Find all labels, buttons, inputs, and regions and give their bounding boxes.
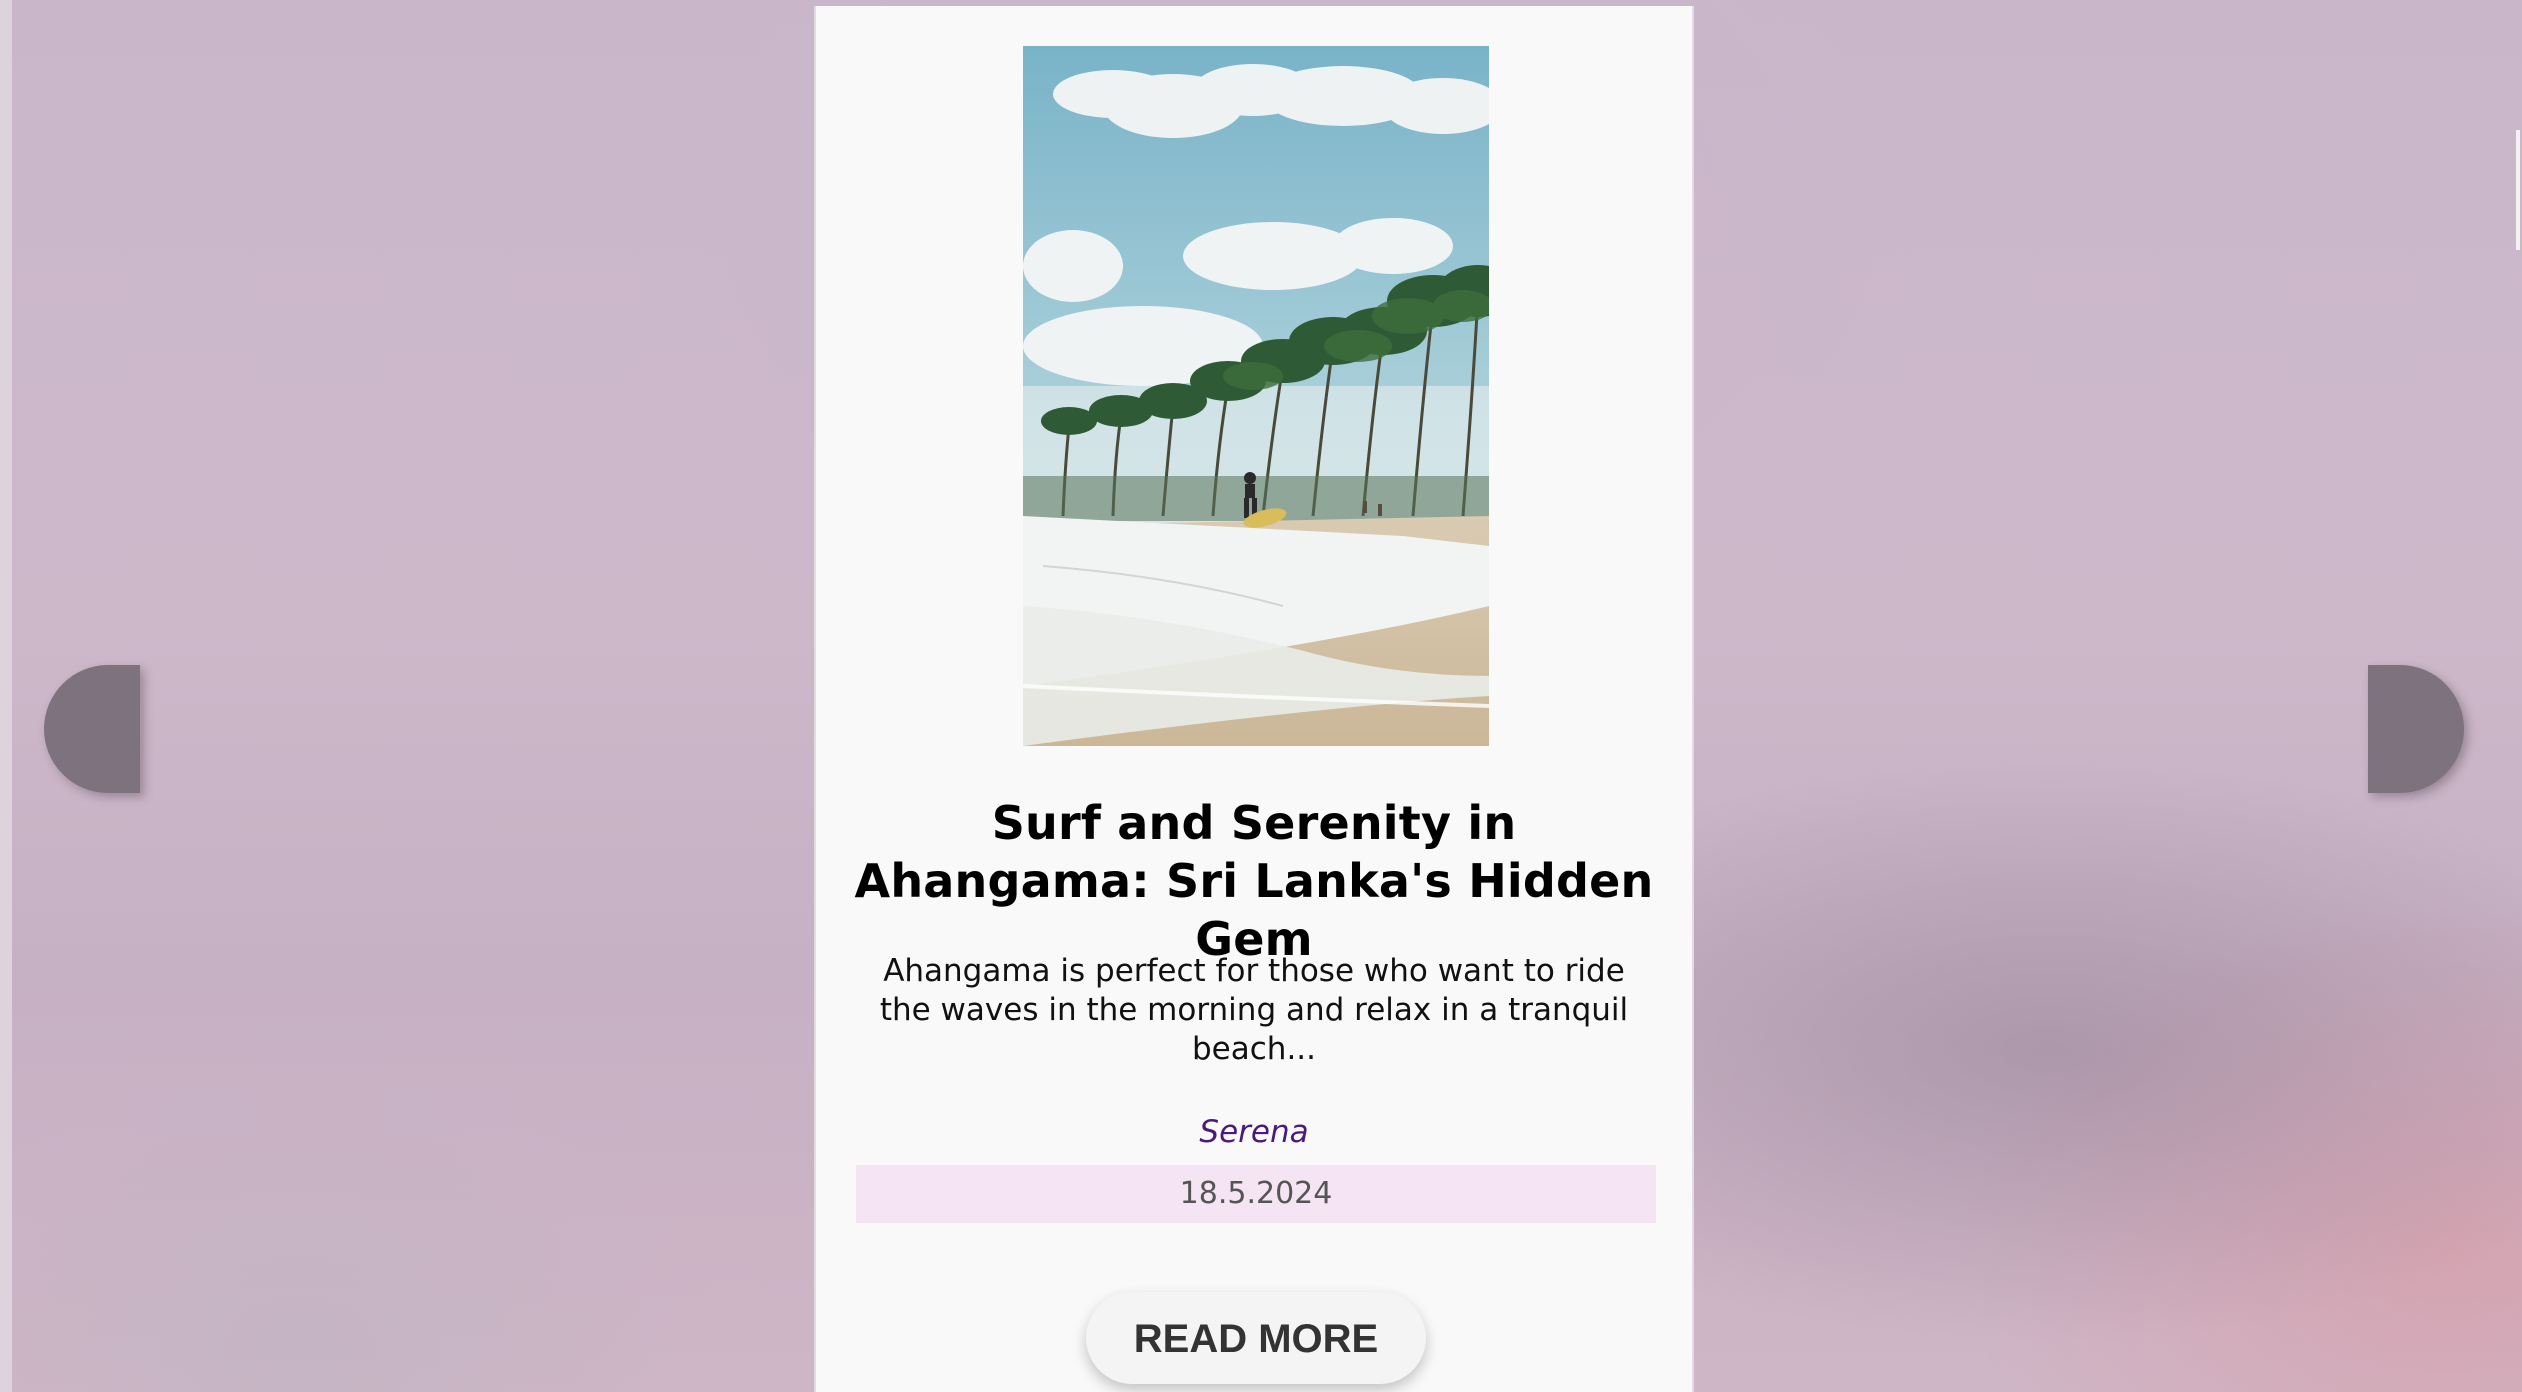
previous-slide-button[interactable]	[44, 665, 140, 793]
scrollbar[interactable]	[2516, 130, 2520, 250]
page-background: Surf and Serenity in Ahangama: Sri Lanka…	[0, 0, 2522, 1392]
post-author: Serena	[1199, 1114, 1309, 1150]
blog-post-card: Surf and Serenity in Ahangama: Sri Lanka…	[814, 6, 1694, 1392]
read-more-button[interactable]: READ MORE	[1086, 1292, 1426, 1384]
post-date: 18.5.2024	[856, 1165, 1656, 1223]
beach-photo	[1023, 46, 1489, 746]
next-slide-button[interactable]	[2368, 665, 2464, 793]
post-title: Surf and Serenity in Ahangama: Sri Lanka…	[854, 796, 1654, 966]
post-excerpt: Ahangama is perfect for those who want t…	[879, 953, 1629, 1067]
window-edge	[0, 0, 12, 1392]
